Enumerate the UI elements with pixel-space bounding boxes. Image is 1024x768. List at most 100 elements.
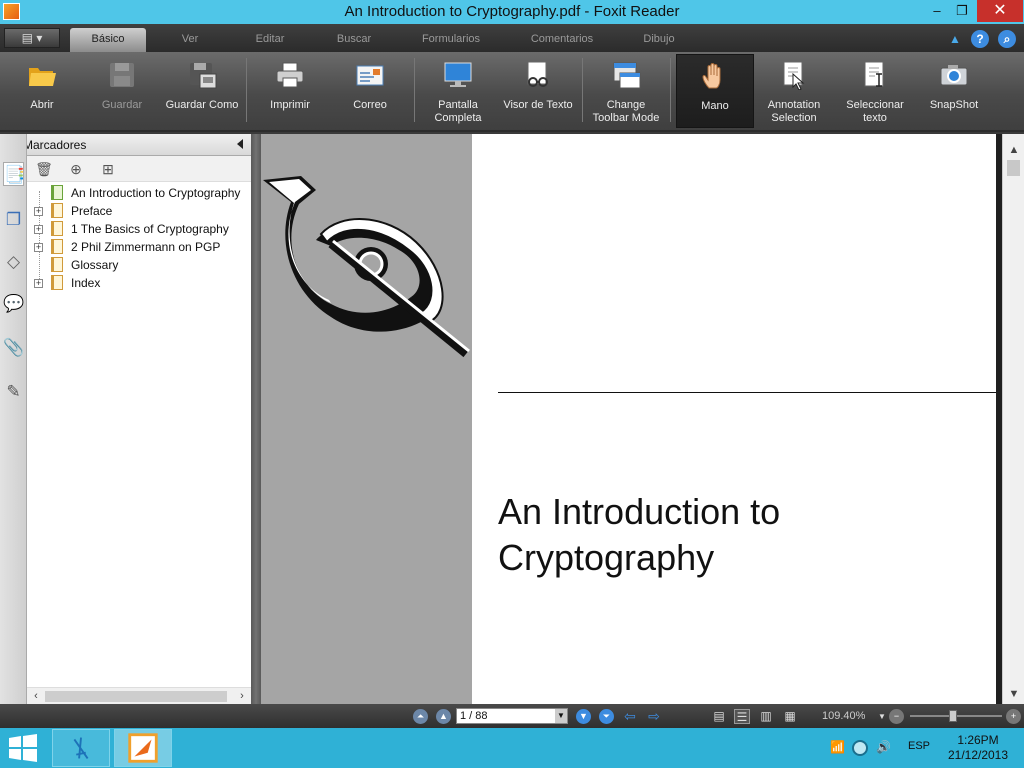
full-screen-button[interactable]: Pantalla Completa (420, 54, 496, 128)
print-button[interactable]: Imprimir (254, 54, 326, 128)
document-vertical-scrollbar[interactable]: ▲ ▼ (1002, 134, 1024, 704)
menu-icon: ▤ ▾ (21, 31, 43, 45)
next-page-icon[interactable]: ▼ (576, 709, 591, 724)
delete-bookmark-icon[interactable]: 🗑 (35, 160, 53, 178)
bookmark-options-icon[interactable]: ⊞ (99, 160, 117, 178)
attachments-icon[interactable]: 📎 (3, 336, 24, 360)
scroll-left-icon[interactable]: ‹ (29, 689, 43, 703)
help-icon[interactable]: ? (971, 30, 989, 48)
network-icon[interactable]: 📶 (830, 740, 845, 754)
scroll-right-icon[interactable]: › (235, 689, 249, 703)
page-number-input[interactable]: 1 / 88 ▼ (456, 708, 568, 724)
expand-icon[interactable]: + (34, 279, 43, 288)
add-bookmark-icon[interactable]: ⊕ (67, 160, 85, 178)
tree-connector (39, 191, 40, 281)
expand-icon[interactable]: + (34, 207, 43, 216)
close-button[interactable]: ✕ (977, 0, 1023, 22)
single-page-icon[interactable]: ▤ (711, 709, 727, 724)
select-text-button[interactable]: Seleccionar texto (836, 54, 914, 128)
collapse-panel-icon[interactable] (237, 139, 243, 149)
collapse-ribbon-icon[interactable]: ▲ (946, 30, 964, 48)
next-view-icon[interactable]: ⇨ (646, 709, 662, 724)
page-number-value: 1 / 88 (460, 710, 488, 722)
document-title: An Introduction to Cryptography (498, 491, 781, 578)
scroll-thumb[interactable] (45, 691, 227, 702)
tab-buscar[interactable]: Buscar (324, 30, 384, 52)
expand-icon[interactable]: + (34, 225, 43, 234)
tab-comentarios[interactable]: Comentarios (524, 30, 600, 52)
camera-icon (940, 65, 968, 86)
restore-button[interactable]: ❐ (947, 0, 977, 22)
document-view[interactable]: An Introduction to Cryptography (261, 134, 1002, 704)
annotation-select-icon (783, 61, 805, 90)
text-viewer-button[interactable]: Visor de Texto (500, 54, 576, 128)
zoom-out-icon[interactable]: − (889, 709, 904, 724)
first-page-icon[interactable]: ⏶ (413, 709, 428, 724)
tab-editar[interactable]: Editar (242, 30, 298, 52)
status-bar: ⏶ ▲ 1 / 88 ▼ ▼ ⏷ ⇦ ⇨ ▤ ☰ ▥ ▦ 109.40% ▼ −… (0, 704, 1024, 728)
open-button[interactable]: Abrir (8, 54, 76, 128)
save-icon (110, 63, 134, 87)
layers-icon[interactable]: ◇ (3, 250, 24, 274)
taskbar-app-explorer[interactable] (52, 729, 110, 767)
mail-icon (356, 65, 384, 86)
tab-dibujo[interactable]: Dibujo (634, 30, 684, 52)
expand-icon[interactable]: + (34, 243, 43, 252)
continuous-facing-icon[interactable]: ▦ (782, 709, 798, 724)
previous-view-icon[interactable]: ⇦ (622, 709, 638, 724)
bookmark-icon (51, 275, 63, 290)
language-indicator[interactable]: ESP (908, 740, 930, 752)
bookmark-icon (51, 203, 63, 218)
scroll-thumb[interactable] (1007, 160, 1020, 176)
tab-ver[interactable]: Ver (162, 30, 218, 52)
bookmarks-panel-title: Marcadores (23, 138, 87, 152)
annotation-selection-button[interactable]: Annotation Selection (756, 54, 832, 128)
tab-basico[interactable]: Básico (70, 28, 146, 52)
clock-date: 21/12/2013 (947, 748, 1009, 762)
window-title: An Introduction to Cryptography.pdf - Fo… (344, 3, 680, 20)
zoom-level[interactable]: 109.40% (822, 710, 865, 722)
taskbar-app-foxit[interactable] (114, 729, 172, 767)
select-text-icon (864, 61, 884, 87)
hand-tool-button[interactable]: Mano (676, 54, 754, 128)
facing-pages-icon[interactable]: ▥ (758, 709, 774, 724)
bookmarks-horizontal-scrollbar[interactable]: ‹ › (27, 687, 251, 704)
volume-icon[interactable]: 🔊 (876, 740, 891, 754)
zoom-dropdown-icon[interactable]: ▼ (874, 709, 890, 724)
save-button[interactable]: Guardar (84, 54, 160, 128)
scroll-down-icon[interactable]: ▼ (1006, 686, 1022, 702)
taskbar-clock[interactable]: 1:26PM 21/12/2013 (944, 733, 1012, 763)
zoom-slider-thumb[interactable] (949, 710, 958, 722)
signatures-icon[interactable]: ✎ (3, 380, 24, 404)
page-thumbnails-icon[interactable]: ❐ (3, 208, 24, 232)
hand-icon (702, 63, 721, 89)
panel-splitter[interactable] (251, 134, 261, 704)
title-rule (498, 392, 997, 393)
comments-icon[interactable]: 💬 (3, 292, 24, 316)
previous-page-icon[interactable]: ▲ (436, 709, 451, 724)
snapshot-button[interactable]: SnapShot (918, 54, 990, 128)
pgp-logo-graphic (263, 176, 470, 358)
page-dropdown-icon[interactable]: ▼ (555, 709, 567, 723)
ribbon-separator (414, 58, 415, 122)
tab-formularios[interactable]: Formularios (414, 30, 488, 52)
app-menu-button[interactable]: ▤ ▾ (4, 28, 60, 48)
ribbon-separator (670, 58, 671, 122)
scroll-up-icon[interactable]: ▲ (1006, 142, 1022, 158)
save-as-button[interactable]: Guardar Como (164, 54, 240, 128)
change-toolbar-mode-button[interactable]: Change Toolbar Mode (588, 54, 664, 128)
last-page-icon[interactable]: ⏷ (599, 709, 614, 724)
text-viewer-icon (527, 61, 548, 87)
navigation-strip: 📑 ❐ ◇ 💬 📎 ✎ (0, 134, 27, 704)
print-icon (276, 62, 304, 88)
bookmark-icon (51, 185, 63, 200)
security-tray-icon[interactable] (852, 740, 868, 756)
toolbar-mode-icon (613, 62, 641, 89)
bookmarks-panel: Marcadores 🗑 ⊕ ⊞ An Introduction to Cryp… (0, 134, 251, 704)
windows-start-icon[interactable] (8, 734, 38, 762)
zoom-in-icon[interactable]: + (1006, 709, 1021, 724)
continuous-page-icon[interactable]: ☰ (734, 709, 750, 724)
bookmarks-icon[interactable]: 📑 (3, 162, 25, 186)
mail-button[interactable]: Correo (334, 54, 406, 128)
search-help-icon[interactable]: ⌕ (998, 30, 1016, 48)
